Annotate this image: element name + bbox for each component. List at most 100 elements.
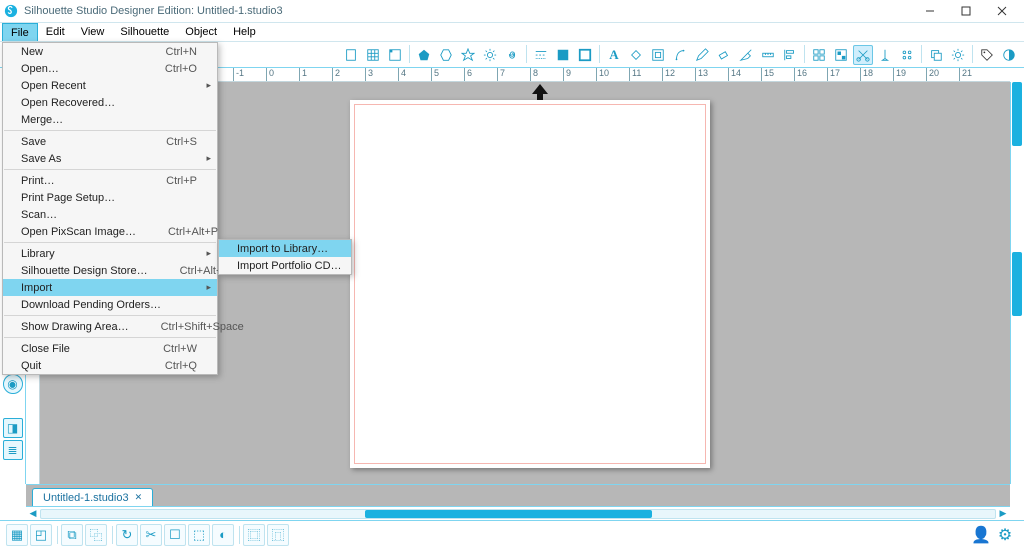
menu-item-open[interactable]: Open…Ctrl+O (3, 60, 217, 77)
text-tool-icon[interactable]: A (604, 45, 624, 65)
submenu-item-import-to-library[interactable]: Import to Library… (219, 240, 351, 257)
sketch-pen-icon[interactable] (875, 45, 895, 65)
ruler-tick: 9 (563, 68, 571, 82)
menu-item-open-recent[interactable]: Open Recent▸ (3, 77, 217, 94)
sun-icon[interactable] (948, 45, 968, 65)
menu-item-quit[interactable]: QuitCtrl+Q (3, 357, 217, 374)
weld-icon[interactable] (626, 45, 646, 65)
rail-queue-icon[interactable]: ≣ (3, 440, 23, 460)
shape-star-icon[interactable] (458, 45, 478, 65)
menu-item-merge[interactable]: Merge… (3, 111, 217, 128)
grid-icon[interactable] (363, 45, 383, 65)
cut-settings-icon[interactable] (853, 45, 873, 65)
trace-icon[interactable] (670, 45, 690, 65)
menu-edit[interactable]: Edit (38, 23, 73, 41)
reg-marks-icon[interactable] (385, 45, 405, 65)
ruler-tool-icon[interactable] (758, 45, 778, 65)
menu-item-label: Library (21, 248, 55, 260)
menu-item-save-as[interactable]: Save As▸ (3, 150, 217, 167)
menu-item-shortcut: Ctrl+P (134, 175, 197, 187)
bottom-paste-icon[interactable]: ⿻ (85, 524, 107, 546)
replicate-icon[interactable] (809, 45, 829, 65)
close-button[interactable] (984, 0, 1020, 22)
line-color-icon[interactable] (575, 45, 595, 65)
minimize-button[interactable] (912, 0, 948, 22)
shape-spiral-icon[interactable] (502, 45, 522, 65)
eraser-icon[interactable] (714, 45, 734, 65)
settings-gear-icon[interactable]: ⚙ (994, 524, 1016, 546)
bottom-dup2-icon[interactable]: ⿵ (267, 524, 289, 546)
submenu-arrow-icon: ▸ (206, 248, 211, 259)
bottom-mirror-icon[interactable]: ◐ (212, 524, 234, 546)
fill-color-icon[interactable] (553, 45, 573, 65)
ruler-tick: 20 (926, 68, 939, 82)
shape-gear-icon[interactable] (480, 45, 500, 65)
menu-file[interactable]: File (2, 23, 38, 41)
theme-icon[interactable] (999, 45, 1019, 65)
rhinestone-icon[interactable] (897, 45, 917, 65)
close-tab-icon[interactable]: ✕ (135, 492, 143, 503)
ruler-tick: 14 (728, 68, 741, 82)
bottom-ungroup-icon[interactable]: ⬚ (188, 524, 210, 546)
knife-icon[interactable] (736, 45, 756, 65)
menu-item-scan[interactable]: Scan… (3, 206, 217, 223)
separator (112, 526, 113, 544)
menu-item-label: Quit (21, 360, 41, 372)
menu-item-print-page-setup[interactable]: Print Page Setup… (3, 189, 217, 206)
menu-item-new[interactable]: NewCtrl+N (3, 43, 217, 60)
menu-item-label: Save (21, 136, 46, 148)
menu-silhouette[interactable]: Silhouette (112, 23, 177, 41)
menu-item-close-file[interactable]: Close FileCtrl+W (3, 340, 217, 357)
page[interactable] (350, 100, 710, 468)
bottom-pick-icon[interactable]: ◰ (30, 524, 52, 546)
bottom-cut-icon[interactable]: ✂ (140, 524, 162, 546)
menu-item-label: Save As (21, 153, 61, 165)
document-tab[interactable]: Untitled-1.studio3 ✕ (32, 488, 153, 506)
tag-icon[interactable] (977, 45, 997, 65)
menu-item-label: Scan… (21, 209, 57, 221)
page-setup-icon[interactable] (341, 45, 361, 65)
maximize-button[interactable] (948, 0, 984, 22)
menu-item-print[interactable]: Print…Ctrl+P (3, 172, 217, 189)
menu-item-download-pending-orders[interactable]: Download Pending Orders… (3, 296, 217, 313)
submenu-item-import-portfolio-cd[interactable]: Import Portfolio CD… (219, 257, 351, 274)
bottom-dup-icon[interactable]: ⿴ (243, 524, 265, 546)
horizontal-scrollbar[interactable]: ◀ ▶ (26, 506, 1010, 520)
menu-help[interactable]: Help (225, 23, 264, 41)
menu-item-library[interactable]: Library ▸ (3, 245, 217, 262)
ruler-tick: 4 (398, 68, 406, 82)
align-icon[interactable] (780, 45, 800, 65)
scroll-thumb[interactable] (365, 510, 651, 518)
menu-item-import[interactable]: Import▸ (3, 279, 217, 296)
bottom-select-icon[interactable]: ▦ (6, 524, 28, 546)
bottom-group-icon[interactable]: ☐ (164, 524, 186, 546)
pencil-icon[interactable] (692, 45, 712, 65)
shape-hexagon-icon[interactable] (436, 45, 456, 65)
scroll-right-icon[interactable]: ▶ (996, 507, 1010, 521)
right-panel-tab-mid[interactable] (1012, 252, 1022, 316)
line-style-icon[interactable] (531, 45, 551, 65)
menu-item-save[interactable]: SaveCtrl+S (3, 133, 217, 150)
offset-icon[interactable] (648, 45, 668, 65)
scroll-track[interactable] (40, 509, 996, 519)
right-panel-tab-top[interactable] (1012, 82, 1022, 146)
user-icon[interactable]: 👤 (970, 524, 992, 546)
rail-send-icon[interactable]: ◨ (3, 418, 23, 438)
menu-item-open-pixscan-image[interactable]: Open PixScan Image…Ctrl+Alt+P (3, 223, 217, 240)
menu-view[interactable]: View (73, 23, 113, 41)
bottom-rotate-icon[interactable]: ↻ (116, 524, 138, 546)
bottom-copy-icon[interactable]: ⧉ (61, 524, 83, 546)
document-tab-strip: Untitled-1.studio3 ✕ (26, 484, 1010, 506)
nesting-icon[interactable] (831, 45, 851, 65)
rail-library-icon[interactable]: ◉ (3, 374, 23, 394)
menu-item-show-drawing-area[interactable]: Show Drawing Area…Ctrl+Shift+Space (3, 318, 217, 335)
layers-icon[interactable] (926, 45, 946, 65)
menu-item-silhouette-design-store[interactable]: Silhouette Design Store…Ctrl+Alt+S (3, 262, 217, 279)
ruler-tick: 16 (794, 68, 807, 82)
scroll-left-icon[interactable]: ◀ (26, 507, 40, 521)
shape-pentagon-icon[interactable] (414, 45, 434, 65)
menu-object[interactable]: Object (177, 23, 225, 41)
menu-item-open-recovered[interactable]: Open Recovered… (3, 94, 217, 111)
ruler-tick: 0 (266, 68, 274, 82)
ruler-tick: 5 (431, 68, 439, 82)
